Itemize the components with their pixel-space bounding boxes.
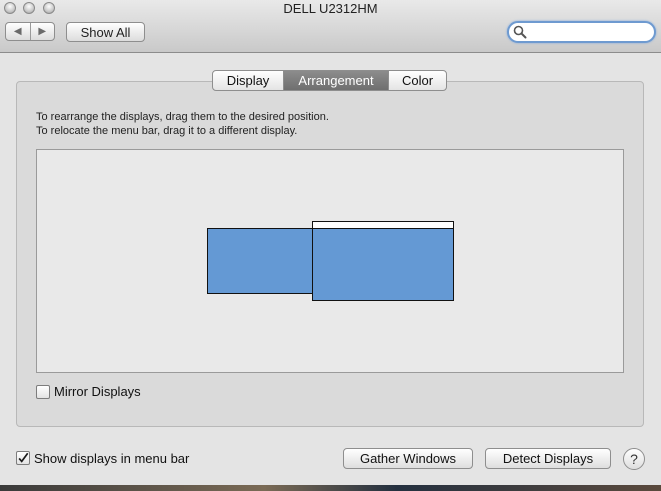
back-forward-control: ◀ ▶ [5, 22, 55, 41]
magnifier-icon [513, 25, 527, 39]
search-field[interactable] [507, 21, 656, 43]
show-all-button[interactable]: Show All [66, 22, 145, 42]
mirror-displays-label[interactable]: Mirror Displays [54, 384, 141, 399]
window-title: DELL U2312HM [283, 1, 378, 16]
help-button[interactable]: ? [623, 448, 645, 470]
tab-arrangement[interactable]: Arrangement [283, 71, 388, 90]
secondary-display[interactable] [207, 228, 313, 294]
instruction-menu-bar: To relocate the menu bar, drag it to a d… [36, 125, 298, 137]
tab-color[interactable]: Color [388, 71, 446, 90]
tab-display[interactable]: Display [213, 71, 283, 90]
main-display[interactable] [312, 228, 454, 301]
window-titlebar: DELL U2312HM ◀ ▶ Show All [0, 0, 661, 53]
show-in-menu-bar-label[interactable]: Show displays in menu bar [34, 451, 189, 466]
display-arrangement-area [36, 149, 624, 373]
detect-displays-button[interactable]: Detect Displays [485, 448, 611, 469]
desktop-background-strip [0, 485, 661, 491]
forward-arrow-icon[interactable]: ▶ [31, 23, 55, 40]
pane-tabs: Display Arrangement Color [212, 70, 447, 91]
mirror-displays-checkbox[interactable] [36, 385, 50, 399]
back-arrow-icon[interactable]: ◀ [6, 23, 31, 40]
checkmark-icon [18, 452, 29, 463]
show-in-menu-bar-checkbox[interactable] [16, 451, 30, 465]
search-input[interactable] [527, 25, 654, 39]
instruction-rearrange: To rearrange the displays, drag them to … [36, 111, 329, 123]
gather-windows-button[interactable]: Gather Windows [343, 448, 473, 469]
